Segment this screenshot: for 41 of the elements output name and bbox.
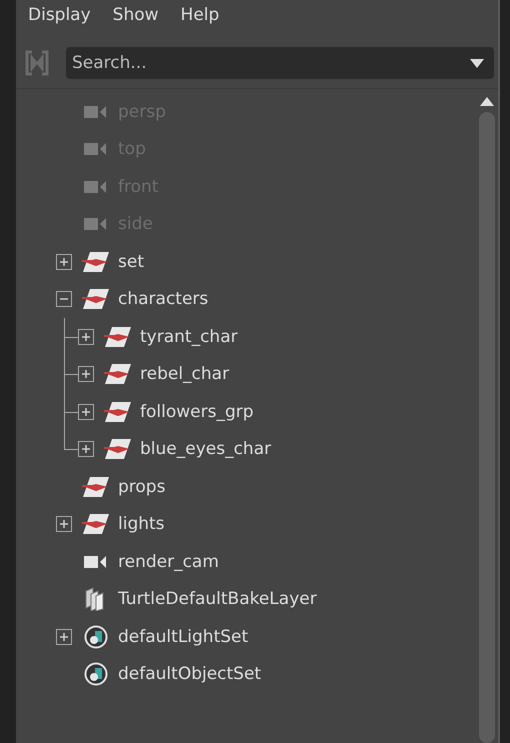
tree-item[interactable]: lights: [118, 514, 165, 534]
expand-toggle-icon[interactable]: [78, 328, 94, 345]
expand-toggle-icon[interactable]: [56, 628, 72, 645]
tree-item[interactable]: rebel_char: [140, 364, 230, 384]
transform-icon: [104, 326, 132, 348]
tree-item[interactable]: followers_grp: [140, 402, 254, 422]
tree-item[interactable]: set: [118, 252, 144, 272]
tree-item[interactable]: defaultObjectSet: [118, 664, 262, 684]
expand-toggle-icon[interactable]: [56, 254, 72, 270]
dropdown-caret-icon[interactable]: [470, 59, 484, 68]
tree-item[interactable]: defaultLightSet: [118, 626, 248, 647]
search-field[interactable]: Search...: [66, 47, 494, 79]
camera-icon: [84, 180, 108, 194]
set-icon: [84, 662, 108, 686]
menu-item[interactable]: Display: [28, 5, 91, 32]
transform-icon: [82, 250, 110, 273]
transform-icon: [82, 513, 110, 536]
menu-item[interactable]: Show: [112, 5, 159, 32]
expand-toggle-icon[interactable]: [78, 404, 94, 420]
tree-item[interactable]: props: [118, 476, 166, 497]
tree-item[interactable]: blue_eyes_char: [140, 439, 272, 460]
scroll-up-icon[interactable]: [480, 97, 494, 106]
tree-item[interactable]: characters: [118, 289, 208, 310]
tree-item[interactable]: render_cam: [118, 552, 219, 572]
camera-icon: [84, 142, 108, 156]
tree-item[interactable]: TurtleDefaultBakeLayer: [118, 589, 317, 610]
expand-toggle-icon[interactable]: [56, 291, 72, 308]
expand-toggle-icon[interactable]: [78, 366, 94, 382]
transform-icon: [104, 438, 132, 460]
transform-icon: [104, 400, 132, 423]
transform-icon: [82, 476, 110, 498]
set-icon: [84, 624, 108, 649]
camera-icon: [84, 104, 108, 119]
tree-item[interactable]: tyrant_char: [140, 326, 238, 347]
transform-icon: [82, 288, 110, 310]
expand-toggle-icon[interactable]: [56, 516, 72, 532]
expand-toggle-icon[interactable]: [78, 441, 94, 458]
camera-icon: [84, 554, 108, 569]
transform-icon: [104, 363, 132, 386]
camera-icon: [84, 217, 108, 232]
menu-item[interactable]: Help: [180, 5, 220, 32]
